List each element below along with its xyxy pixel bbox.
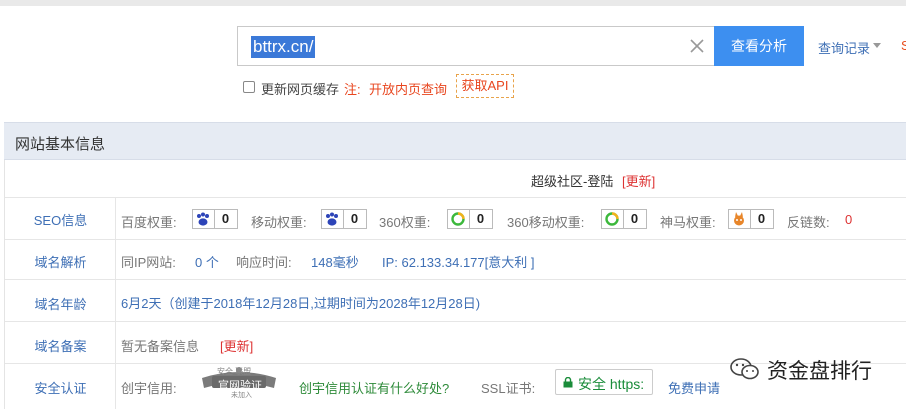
ssl-label: SSL证书: [481, 381, 536, 396]
s360-weight-value: 0 [469, 210, 491, 228]
badge-top-text: 安全 联盟 [217, 367, 252, 376]
dns-label: 域名解析 [34, 255, 87, 270]
credit-benefit-link[interactable]: 创宇信用认证有什么好处? [299, 378, 449, 397]
baidu-paw-icon [194, 211, 212, 227]
same-ip-label: 同IP网站: [121, 255, 176, 270]
mobile-weight-label: 移动权重: [251, 215, 307, 230]
response-time-value: 148毫秒 [311, 255, 359, 270]
watermark-text: 资金盘排行 [767, 360, 872, 383]
domain-age-value: 6月2天（创建于2018年12月28日,过期时间为2028年12月28日) [121, 296, 481, 311]
shenma-horse-icon [734, 212, 744, 226]
s360m-weight-value: 0 [623, 210, 645, 228]
dns-label-cell: 域名解析 [5, 240, 116, 279]
mobile-weight-badge[interactable]: 0 [321, 209, 367, 229]
domain-age-row: 域名年龄 6月2天（创建于2018年12月28日,过期时间为2028年12月28… [5, 280, 906, 322]
baidu-weight-label: 百度权重: [121, 215, 177, 230]
ssl-status-badge[interactable]: 安全 https: [555, 369, 653, 395]
query-history-button[interactable]: 查询记录 [818, 38, 870, 57]
refresh-cache-label[interactable]: 更新网页缓存 [261, 79, 339, 98]
security-label-cell: 安全认证 [5, 364, 116, 409]
baidu-weight-badge[interactable]: 0 [192, 209, 238, 229]
refresh-cache-checkbox[interactable] [243, 81, 255, 93]
seo-label-cell: SEO信息 [5, 198, 116, 239]
ssl-apply-link[interactable]: 免费申请 [668, 378, 720, 397]
mobile-weight-value: 0 [343, 210, 365, 228]
badge-sub-text: 未加入 [231, 392, 252, 399]
get-api-button[interactable]: 获取API [456, 74, 514, 98]
search-input[interactable]: bttrx.cn/ [237, 26, 715, 66]
icp-label-cell: 域名备案 [5, 322, 116, 363]
s360m-weight-badge[interactable]: 0 [601, 209, 647, 229]
ip-address[interactable]: IP: 62.133.34.177[意大利 ] [382, 252, 534, 271]
inner-page-query-link[interactable]: 开放内页查询 [369, 79, 447, 98]
lock-icon [563, 377, 573, 388]
360-ring-icon [605, 212, 619, 226]
ssl-badge-text: 安全 https: [578, 376, 645, 392]
domain-age-label-cell: 域名年龄 [5, 280, 116, 321]
wechat-icon [730, 358, 759, 380]
note-prefix: 注: [344, 82, 361, 97]
chevron-down-icon[interactable] [873, 43, 881, 48]
dns-row: 域名解析 同IP网站: 0 个 响应时间: 148毫秒 IP: 62.133.3… [5, 240, 906, 280]
edge-truncated-text: S [901, 38, 906, 53]
shenma-weight-badge[interactable]: 0 [728, 209, 774, 229]
backlinks-value[interactable]: 0 [845, 212, 852, 227]
seo-label: SEO信息 [33, 213, 88, 228]
s360m-weight-label: 360移动权重: [507, 215, 585, 230]
domain-age-label: 域名年龄 [34, 297, 87, 312]
icp-update-link[interactable]: [更新] [220, 336, 253, 355]
s360-weight-badge[interactable]: 0 [447, 209, 493, 229]
icp-label: 域名备案 [34, 339, 87, 354]
baidu-weight-value: 0 [214, 210, 236, 228]
top-strip [0, 0, 906, 6]
wechat-watermark: 资金盘排行 [729, 352, 899, 386]
site-title: 超级社区-登陆 [531, 174, 614, 189]
seo-row: SEO信息 百度权重: 0 移动权重: 0 360权重: 0 360移动权重: … [5, 198, 906, 240]
credit-label: 创宇信用: [121, 381, 177, 396]
site-title-update-link[interactable]: [更新] [622, 171, 655, 190]
clear-icon[interactable] [687, 36, 707, 56]
search-input-value[interactable]: bttrx.cn/ [251, 36, 316, 58]
panel-header: 网站基本信息 [4, 122, 906, 160]
response-time-label: 响应时间: [236, 255, 292, 270]
security-label: 安全认证 [34, 381, 87, 396]
analyze-button[interactable]: 查看分析 [714, 26, 804, 66]
shenma-weight-value: 0 [750, 210, 772, 228]
360-ring-icon [451, 212, 465, 226]
icp-value: 暂无备案信息 [121, 339, 200, 354]
baidu-paw-icon [326, 212, 338, 226]
site-title-row: 超级社区-登陆 [更新] [5, 160, 906, 198]
backlinks-label: 反链数: [787, 215, 830, 230]
s360-weight-label: 360权重: [379, 215, 431, 230]
search-bar: bttrx.cn/ 查看分析 [237, 26, 805, 66]
panel-title: 网站基本信息 [15, 136, 106, 153]
shenma-weight-label: 神马权重: [660, 215, 716, 230]
same-ip-value[interactable]: 0 个 [195, 252, 219, 271]
